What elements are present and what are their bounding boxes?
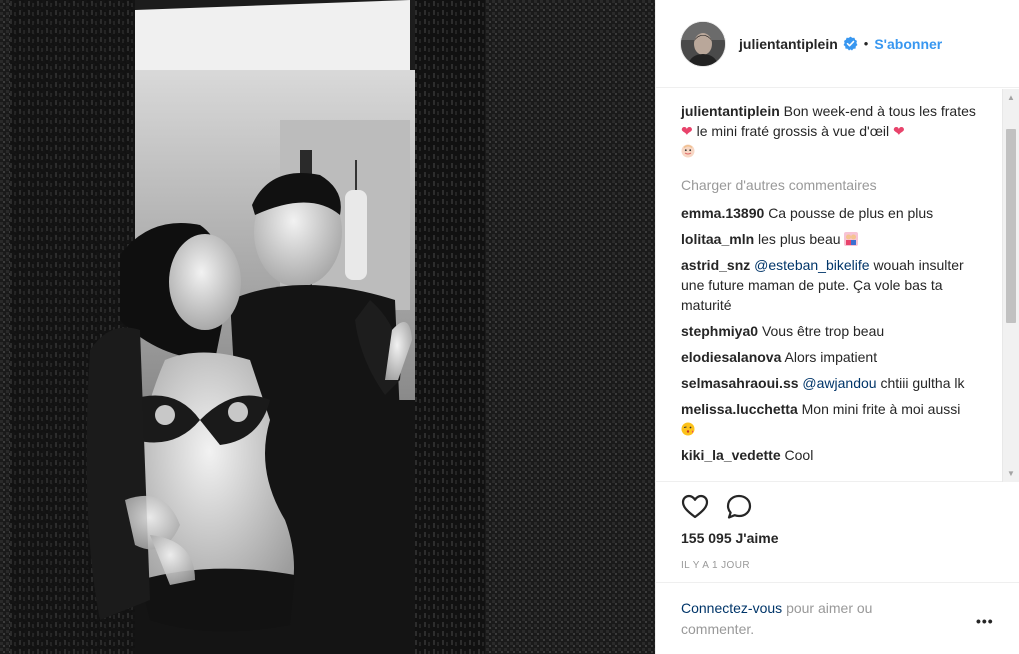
couple-emoji-icon [844, 232, 859, 246]
scrollbar-thumb[interactable] [1006, 129, 1016, 323]
comment-item: stephmiya0 Vous être trop beau [681, 321, 980, 341]
post-actions [681, 492, 769, 522]
comment-username[interactable]: lolitaa_mln [681, 231, 754, 247]
caption-text-1: Bon week-end à tous les frates [783, 103, 976, 119]
comment-username[interactable]: astrid_snz [681, 257, 750, 273]
follow-button[interactable]: S'abonner [874, 36, 942, 52]
comment-item: kiki_la_vedette Cool [681, 445, 980, 465]
post-caption: julientantiplein Bon week-end à tous les… [681, 101, 980, 161]
heart-outline-icon[interactable] [681, 493, 709, 521]
avatar[interactable] [681, 21, 725, 66]
caption-username[interactable]: julientantiplein [681, 103, 780, 119]
post-timestamp[interactable]: IL Y A 1 JOUR [681, 560, 750, 571]
baby-emoji-icon [681, 144, 695, 158]
comment-username[interactable]: selmasahraoui.ss [681, 375, 799, 391]
login-prompt: Connectez-vous pour aimer ou commenter. … [656, 582, 1019, 654]
comment-mention[interactable]: @esteban_bikelife [754, 257, 869, 273]
comment-text: Vous être trop beau [761, 323, 885, 339]
comment-item: astrid_snz @esteban_bikelife wouah insul… [681, 255, 980, 315]
comments-list[interactable]: julientantiplein Bon week-end à tous les… [656, 89, 1019, 482]
comment-item: lolitaa_mln les plus beau [681, 229, 980, 249]
kiss-emoji-icon [681, 422, 695, 436]
avatar-image [681, 21, 725, 66]
comment-text: Ca pousse de plus en plus [768, 205, 934, 221]
comment-username[interactable]: kiki_la_vedette [681, 447, 781, 463]
comment-mention[interactable]: @awjandou [802, 375, 876, 391]
login-link[interactable]: Connectez-vous [681, 600, 782, 616]
more-options-button[interactable]: ••• [976, 613, 994, 629]
comment-item: elodiesalanova Alors impatient [681, 347, 980, 367]
comment-text: Alors impatient [784, 349, 878, 365]
header-separator: • [863, 36, 869, 51]
comment-text: Cool [784, 447, 814, 463]
caption-text-2: le mini fraté grossis à vue d'œil [696, 123, 890, 139]
heart-emoji-icon: ❤ [893, 123, 905, 139]
comment-username[interactable]: melissa.lucchetta [681, 401, 798, 417]
scroll-up-arrow-icon[interactable]: ▲ [1003, 89, 1019, 106]
load-more-comments-button[interactable]: Charger d'autres commentaires [681, 175, 980, 195]
heart-emoji-icon: ❤ [681, 123, 693, 139]
comment-item: emma.13890 Ca pousse de plus en plus [681, 203, 980, 223]
comment-item: selmasahraoui.ss @awjandou chtiii gultha… [681, 373, 980, 393]
likes-count[interactable]: 155 095 J'aime [681, 530, 779, 546]
post-details-panel: julientantiplein • S'abonner julientanti… [655, 0, 1019, 654]
comment-username[interactable]: stephmiya0 [681, 323, 758, 339]
comment-username[interactable]: emma.13890 [681, 205, 764, 221]
comments-scrollbar[interactable]: ▲ ▼ [1002, 89, 1019, 482]
verified-badge-icon [843, 36, 858, 51]
scroll-down-arrow-icon[interactable]: ▼ [1003, 465, 1019, 482]
comment-item: melissa.lucchetta Mon mini frite à moi a… [681, 399, 980, 439]
comment-username[interactable]: elodiesalanova [681, 349, 781, 365]
comment-text: chtiii gultha lk [880, 375, 965, 391]
login-prompt-text: Connectez-vous pour aimer ou commenter. [681, 598, 931, 640]
post-photo[interactable] [0, 0, 655, 654]
comment-text: les plus beau [758, 231, 841, 247]
post-header: julientantiplein • S'abonner [656, 0, 1019, 88]
post-username[interactable]: julientantiplein [739, 36, 838, 52]
comment-text: Mon mini frite à moi aussi [801, 401, 961, 417]
post-image [0, 0, 655, 654]
comment-bubble-icon[interactable] [725, 493, 753, 521]
